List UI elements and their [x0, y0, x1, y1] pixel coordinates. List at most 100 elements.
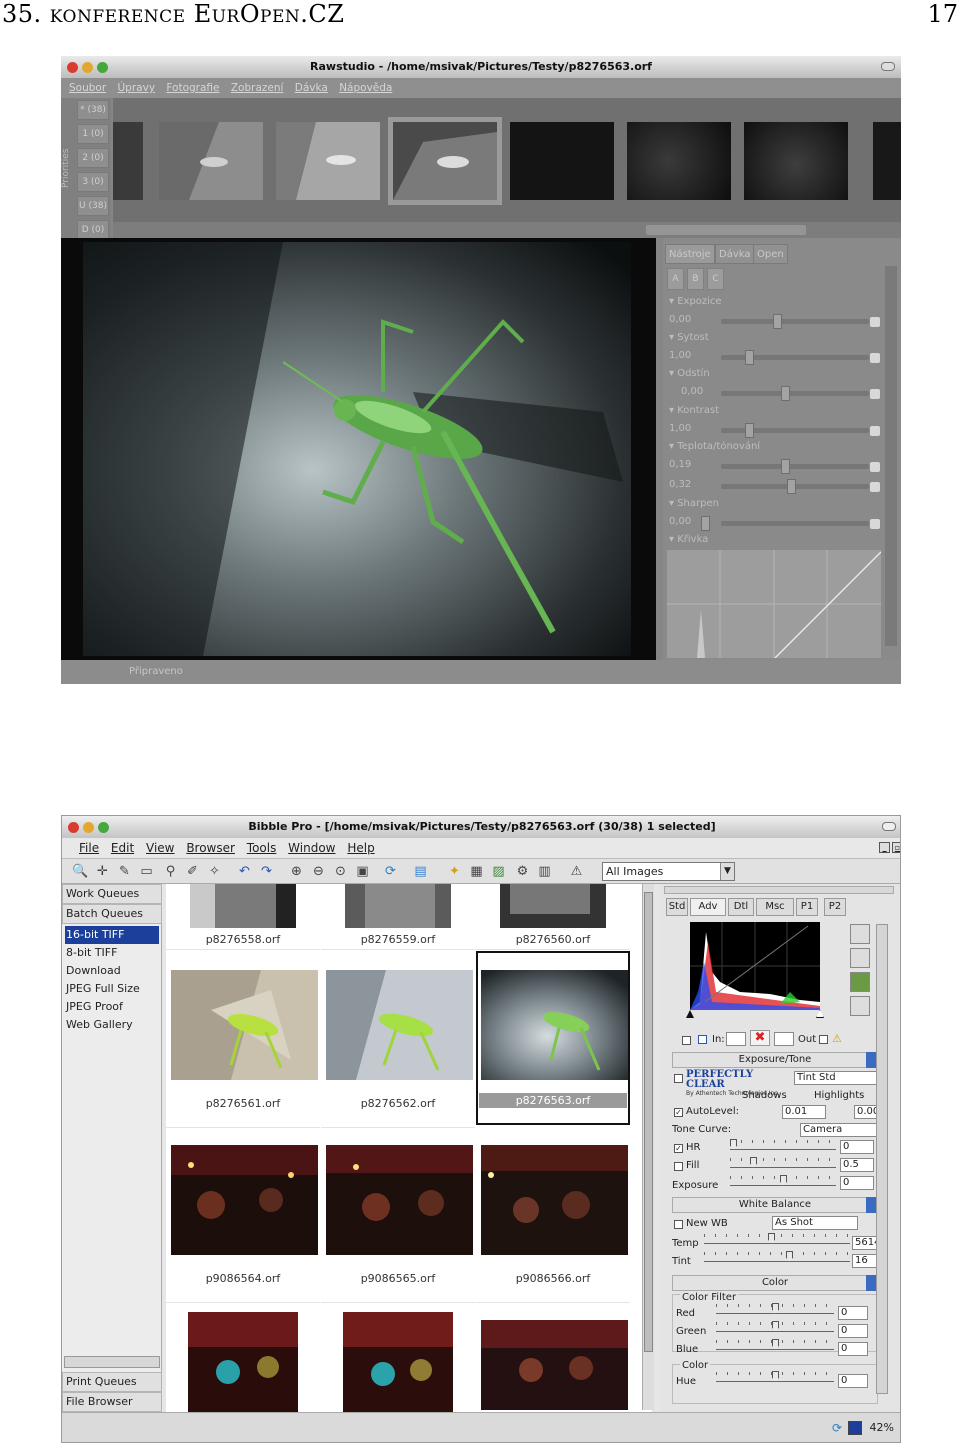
- menu-browser[interactable]: Browser: [186, 841, 235, 855]
- thumbnail[interactable]: [276, 122, 380, 200]
- shade-window-icon[interactable]: [881, 62, 895, 71]
- tool-header[interactable]: ▾ Křivka: [669, 534, 708, 545]
- menu-napoveda[interactable]: Nápověda: [339, 82, 392, 94]
- thumbnail[interactable]: [744, 122, 848, 200]
- curve-editor[interactable]: [667, 550, 881, 658]
- reset-icon[interactable]: [870, 353, 880, 363]
- tint-field[interactable]: 16: [852, 1254, 878, 1268]
- menu-upravy[interactable]: Úpravy: [118, 82, 156, 94]
- reset-icon[interactable]: [870, 482, 880, 492]
- menu-tools[interactable]: Tools: [247, 841, 277, 855]
- tab-nastroje[interactable]: Nástroje: [665, 244, 715, 264]
- queue-icon[interactable]: ▥: [536, 863, 553, 880]
- menu-view[interactable]: View: [146, 841, 174, 855]
- close-window-icon[interactable]: [68, 822, 79, 833]
- tone-curve-select[interactable]: Camera: [800, 1123, 878, 1137]
- minimize-window-icon[interactable]: [83, 822, 94, 833]
- file-cell[interactable]: p8276559.orf: [321, 884, 475, 950]
- fill-checkbox[interactable]: [674, 1162, 683, 1171]
- blue-field[interactable]: 0: [838, 1342, 868, 1356]
- view-mode-icon[interactable]: ▤: [412, 863, 429, 880]
- zoom-in-icon[interactable]: ⊕: [288, 863, 305, 880]
- maximize-window-icon[interactable]: [98, 822, 109, 833]
- thumbnail[interactable]: [113, 122, 143, 200]
- zoom-actual-icon[interactable]: ▣: [354, 863, 371, 880]
- thumbnail[interactable]: [873, 122, 901, 200]
- tab-open[interactable]: Open: [753, 244, 788, 264]
- tool-header[interactable]: ▾ Sharpen: [669, 498, 719, 509]
- file-cell[interactable]: p9086565.orf: [321, 1129, 475, 1303]
- refresh-icon[interactable]: ⟳: [382, 863, 399, 880]
- file-cell-selected[interactable]: p8276563.orf: [476, 951, 630, 1125]
- snapshot-c-button[interactable]: C: [707, 268, 724, 290]
- grid-icon[interactable]: ▦: [468, 863, 485, 880]
- red-slider[interactable]: [716, 1303, 834, 1314]
- file-cell[interactable]: [321, 1304, 475, 1412]
- rotate-right-icon[interactable]: ↷: [258, 863, 275, 880]
- thumbnail[interactable]: [510, 122, 614, 200]
- priority-deleted[interactable]: D (0): [77, 220, 109, 240]
- file-browser-header[interactable]: File Browser: [62, 1392, 162, 1412]
- in-checkbox[interactable]: [682, 1036, 691, 1045]
- shade-window-icon[interactable]: [882, 822, 896, 831]
- blue-slider[interactable]: [716, 1339, 834, 1350]
- reset-icon[interactable]: [870, 426, 880, 436]
- clipping-x-icon[interactable]: ✖: [750, 1030, 770, 1046]
- zoom-icon[interactable]: 🔍: [72, 863, 89, 880]
- in-field[interactable]: [726, 1032, 746, 1046]
- eyedropper-white-icon[interactable]: [850, 948, 870, 968]
- menu-help[interactable]: Help: [347, 841, 374, 855]
- tab-davka[interactable]: Dávka: [715, 244, 755, 264]
- file-cell[interactable]: [166, 1304, 320, 1412]
- batch-icon[interactable]: ⚙: [514, 863, 531, 880]
- tool-header[interactable]: ▾ Expozice: [669, 296, 722, 307]
- fill-field[interactable]: 0.5: [840, 1158, 874, 1172]
- menu-file[interactable]: File: [79, 841, 99, 855]
- grid-scrollbar[interactable]: [642, 884, 654, 1410]
- tint-slider[interactable]: [721, 479, 869, 494]
- tab-dtl[interactable]: Dtl: [728, 898, 754, 916]
- eyedropper-icon[interactable]: ✎: [116, 863, 133, 880]
- maximize-window-icon[interactable]: [97, 62, 108, 73]
- strip-scrollbar[interactable]: [113, 222, 901, 238]
- menu-edit[interactable]: Edit: [111, 841, 134, 855]
- color-header[interactable]: Color: [672, 1275, 878, 1291]
- file-cell[interactable]: p8276561.orf: [166, 954, 320, 1128]
- green-field[interactable]: 0: [838, 1324, 868, 1338]
- hr-checkbox[interactable]: ✓: [674, 1144, 683, 1153]
- temp-field[interactable]: 5614: [852, 1236, 880, 1250]
- white-balance-header[interactable]: White Balance: [672, 1197, 878, 1213]
- queue-item-web-gallery[interactable]: Web Gallery: [65, 1016, 159, 1034]
- file-cell[interactable]: p9086564.orf: [166, 1129, 320, 1303]
- reset-icon[interactable]: [870, 519, 880, 529]
- tab-msc[interactable]: Msc: [756, 898, 794, 916]
- priority-3[interactable]: 3 (0): [77, 172, 109, 192]
- reset-icon[interactable]: [870, 462, 880, 472]
- queue-item-8bit-tiff[interactable]: 8-bit TIFF: [65, 944, 159, 962]
- file-cell[interactable]: [476, 1304, 630, 1412]
- temp-slider[interactable]: [704, 1233, 850, 1244]
- exposure-field[interactable]: 0: [840, 1176, 874, 1190]
- file-cell[interactable]: p8276562.orf: [321, 954, 475, 1128]
- exposure-slider[interactable]: [730, 1175, 836, 1186]
- hue-field[interactable]: 0: [838, 1374, 868, 1388]
- zoom-fit-icon[interactable]: ⊙: [332, 863, 349, 880]
- hue-slider[interactable]: [716, 1371, 834, 1382]
- saturation-slider[interactable]: [721, 350, 869, 365]
- fill-slider[interactable]: [730, 1157, 836, 1168]
- crop-icon[interactable]: ▭: [138, 863, 155, 880]
- brush-icon[interactable]: ✐: [184, 863, 201, 880]
- queues-scrollbar[interactable]: [64, 1356, 160, 1368]
- contrast-slider[interactable]: [721, 423, 869, 438]
- in-color-swatch[interactable]: [698, 1035, 707, 1044]
- close-window-icon[interactable]: [67, 62, 78, 73]
- priority-2[interactable]: 2 (0): [77, 148, 109, 168]
- autolevel-highlight-field[interactable]: 0.007: [854, 1105, 886, 1119]
- queue-item-download[interactable]: Download: [65, 962, 159, 980]
- star-icon[interactable]: ✦: [446, 863, 463, 880]
- wb-preset-select[interactable]: As Shot: [772, 1216, 858, 1230]
- exposure-slider[interactable]: [721, 314, 869, 329]
- perfectly-clear-checkbox[interactable]: [674, 1074, 683, 1083]
- thumbnail[interactable]: [627, 122, 731, 200]
- tool-header[interactable]: ▾ Kontrast: [669, 405, 719, 416]
